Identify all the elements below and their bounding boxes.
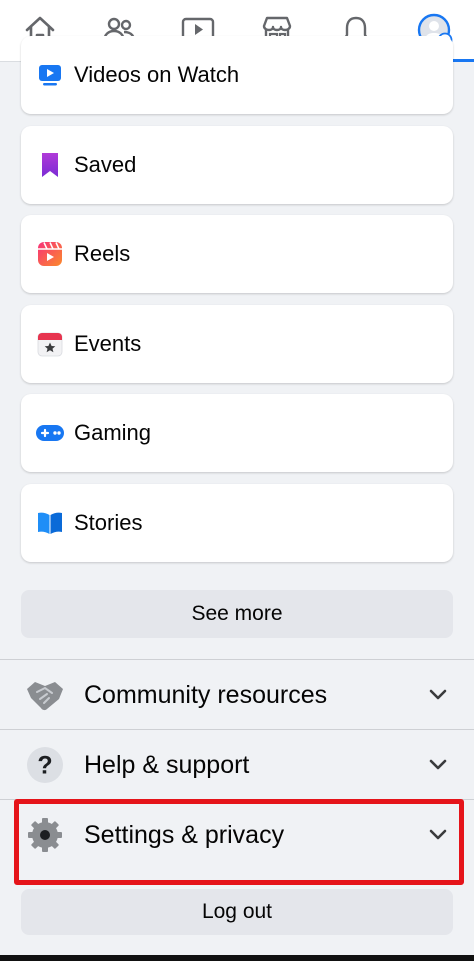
system-bottom-bar bbox=[0, 955, 474, 961]
shortcut-label: Gaming bbox=[74, 420, 152, 445]
section-help-support[interactable]: ? Help & support bbox=[0, 731, 474, 799]
events-calendar-icon bbox=[35, 329, 65, 359]
divider bbox=[0, 799, 474, 800]
watch-video-icon bbox=[35, 60, 65, 90]
log-out-button[interactable]: Log out bbox=[21, 889, 453, 935]
handshake-icon bbox=[24, 674, 66, 716]
section-label: Help & support bbox=[84, 750, 250, 779]
saved-bookmark-icon bbox=[35, 150, 65, 180]
help-question-icon: ? bbox=[24, 744, 66, 786]
chevron-down-icon bbox=[427, 754, 449, 776]
see-more-button[interactable]: See more bbox=[21, 590, 453, 638]
section-label: Community resources bbox=[84, 680, 328, 709]
shortcut-videos-on-watch[interactable]: Videos on Watch bbox=[21, 36, 453, 114]
reels-icon bbox=[35, 239, 65, 269]
divider bbox=[0, 659, 474, 660]
stories-book-icon bbox=[35, 508, 65, 538]
shortcut-saved[interactable]: Saved bbox=[21, 126, 453, 204]
section-community-resources[interactable]: Community resources bbox=[0, 661, 474, 729]
shortcut-stories[interactable]: Stories bbox=[21, 484, 453, 562]
shortcut-label: Events bbox=[74, 331, 142, 356]
shortcut-label: Saved bbox=[74, 152, 137, 177]
chevron-down-icon bbox=[427, 824, 449, 846]
shortcut-label: Videos on Watch bbox=[74, 62, 240, 87]
section-label: Settings & privacy bbox=[84, 820, 285, 849]
shortcut-reels[interactable]: Reels bbox=[21, 215, 453, 293]
shortcut-label: Stories bbox=[74, 510, 143, 535]
shortcut-gaming[interactable]: Gaming bbox=[21, 394, 453, 472]
gaming-controller-icon bbox=[35, 418, 65, 448]
divider bbox=[0, 729, 474, 730]
svg-text:?: ? bbox=[37, 752, 52, 780]
shortcut-events[interactable]: Events bbox=[21, 305, 453, 383]
shortcut-label: Reels bbox=[74, 241, 131, 266]
settings-gear-icon bbox=[24, 814, 66, 856]
chevron-down-icon bbox=[427, 684, 449, 706]
section-settings-privacy[interactable]: Settings & privacy bbox=[0, 801, 474, 869]
